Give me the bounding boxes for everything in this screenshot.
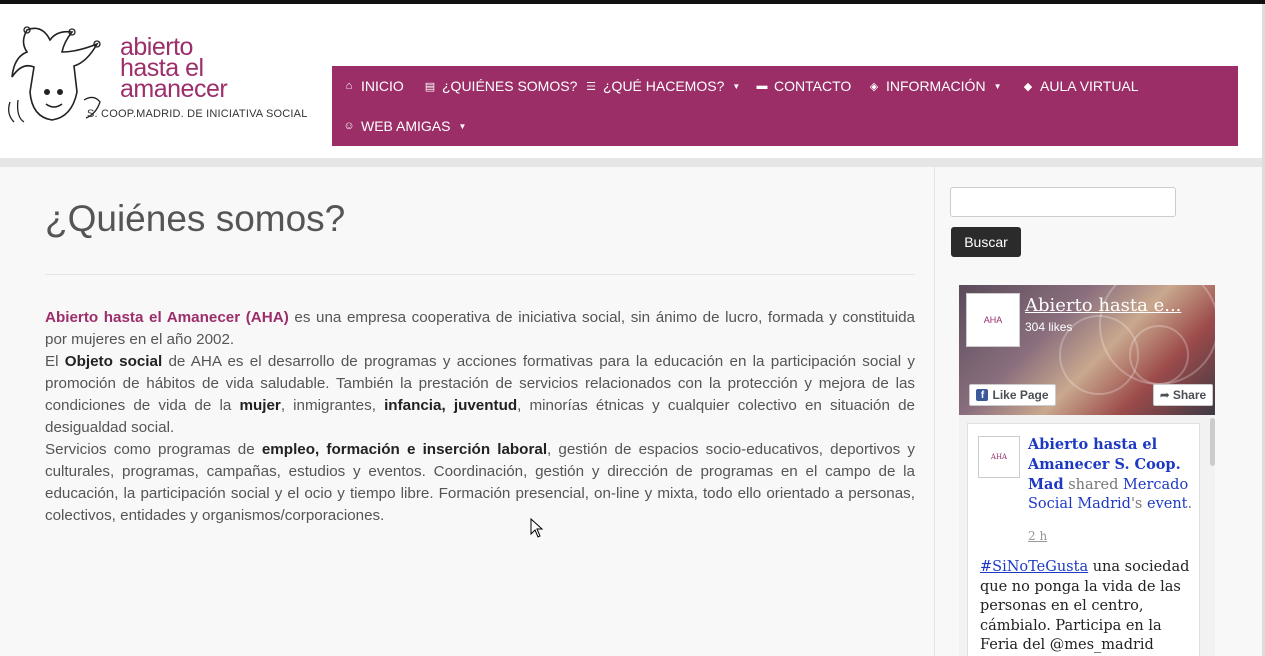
paragraph-servicios: Servicios como programas de empleo, form…: [45, 439, 915, 527]
tag-icon: ◈: [869, 80, 879, 93]
bold-text: infancia, juventud: [384, 397, 518, 414]
nav-item-label: INICIO: [361, 78, 404, 94]
home-icon: ⌂: [345, 80, 353, 92]
site-header: abierto hasta el amanecer S. COOP.MADRID…: [0, 4, 1262, 158]
nav-item-label: ¿QUÉ HACEMOS?: [603, 78, 725, 94]
post-author-avatar[interactable]: AHA: [978, 436, 1020, 478]
facebook-share-button[interactable]: ➦ Share: [1153, 384, 1213, 406]
post-event-link[interactable]: event: [1147, 496, 1188, 512]
header-divider: [0, 158, 1265, 167]
graduation-cap-icon: ◆: [1023, 80, 1033, 93]
list-icon: ☰: [586, 80, 596, 93]
post-hashtag-link[interactable]: #SiNoTeGusta: [980, 559, 1088, 575]
post-timestamp[interactable]: 2 h: [1028, 529, 1047, 543]
nav-item-label: WEB AMIGAS: [361, 118, 451, 134]
smile-icon: ☺: [343, 120, 355, 132]
paragraph-intro: Abierto hasta el Amanecer (AHA) es una e…: [45, 307, 915, 351]
sidebar-divider: [934, 167, 935, 656]
logo-subtitle: S. COOP.MADRID. DE INICIATIVA SOCIAL: [87, 108, 308, 120]
calendar-icon: ▤: [424, 80, 436, 93]
logo-text-line3: amanecer: [120, 75, 228, 103]
nav-item-inicio[interactable]: ⌂ INICIO: [343, 66, 404, 106]
facebook-icon: f: [976, 389, 989, 401]
nav-item-label: ¿QUIÉNES SOMOS?: [442, 78, 578, 94]
mouse-cursor-icon: [530, 518, 544, 538]
nav-item-label: CONTACTO: [774, 78, 852, 94]
bold-text: mujer: [239, 397, 281, 414]
facebook-widget: AHA Abierto hasta e... 304 likes f Like …: [959, 285, 1215, 656]
post-text: #SiNoTeGusta una sociedad que no ponga l…: [980, 558, 1195, 656]
chevron-down-icon: ▼: [458, 121, 467, 131]
comment-icon: ▬: [756, 80, 768, 92]
bold-text: empleo, formación e inserción laboral: [261, 441, 548, 458]
post-possessive: 's: [1130, 496, 1143, 512]
chevron-down-icon: ▼: [993, 81, 1002, 91]
site-logo[interactable]: abierto hasta el amanecer S. COOP.MADRID…: [2, 22, 307, 134]
bold-text: Objeto social: [64, 353, 163, 370]
search-button[interactable]: Buscar: [951, 227, 1021, 257]
post-period: .: [1187, 496, 1193, 512]
nav-item-informacion[interactable]: ◈ INFORMACIÓN ▼: [868, 66, 1002, 106]
post-shared-text: shared: [1068, 477, 1119, 493]
nav-item-label: INFORMACIÓN: [886, 78, 986, 94]
like-button-label: Like Page: [992, 388, 1049, 402]
share-icon: ➦: [1159, 388, 1170, 402]
paragraph-text: El: [45, 353, 65, 370]
facebook-page-avatar[interactable]: AHA: [966, 293, 1020, 347]
main-content: Abierto hasta el Amanecer (AHA) es una e…: [45, 307, 915, 527]
nav-item-quienes-somos[interactable]: ▤ ¿QUIÉNES SOMOS?: [424, 66, 578, 106]
chevron-down-icon: ▼: [732, 81, 741, 91]
title-divider: [45, 274, 915, 275]
paragraph-text: Servicios como programas de: [45, 441, 262, 458]
nav-item-aula-virtual[interactable]: ◆ AULA VIRTUAL: [1022, 66, 1139, 106]
facebook-post: AHA Abierto hasta el Amanecer S. Coop. M…: [967, 423, 1200, 656]
page-title: ¿Quiénes somos?: [45, 198, 346, 239]
search-input[interactable]: [950, 187, 1176, 217]
nav-item-web-amigas[interactable]: ☺ WEB AMIGAS ▼: [343, 106, 466, 146]
post-header: Abierto hasta el Amanecer S. Coop. Mad s…: [1028, 435, 1196, 514]
nav-item-que-hacemos[interactable]: ☰ ¿QUÉ HACEMOS? ▼: [585, 66, 740, 106]
nav-item-contacto[interactable]: ▬ CONTACTO: [756, 66, 852, 106]
facebook-like-button[interactable]: f Like Page: [969, 384, 1056, 406]
main-nav: ⌂ INICIO ▤ ¿QUIÉNES SOMOS? ☰ ¿QUÉ HACEMO…: [332, 66, 1238, 146]
brand-name: Abierto hasta el Amanecer (AHA): [45, 309, 289, 326]
facebook-scrollbar[interactable]: [1210, 418, 1215, 466]
paragraph-objeto: El Objeto social de AHA es el desarrollo…: [45, 351, 915, 439]
facebook-likes-count: 304 likes: [1025, 320, 1073, 334]
paragraph-text: , inmigrantes,: [280, 397, 385, 414]
share-button-label: Share: [1172, 388, 1207, 402]
nav-item-label: AULA VIRTUAL: [1040, 78, 1139, 94]
facebook-page-name[interactable]: Abierto hasta e...: [1025, 295, 1181, 316]
